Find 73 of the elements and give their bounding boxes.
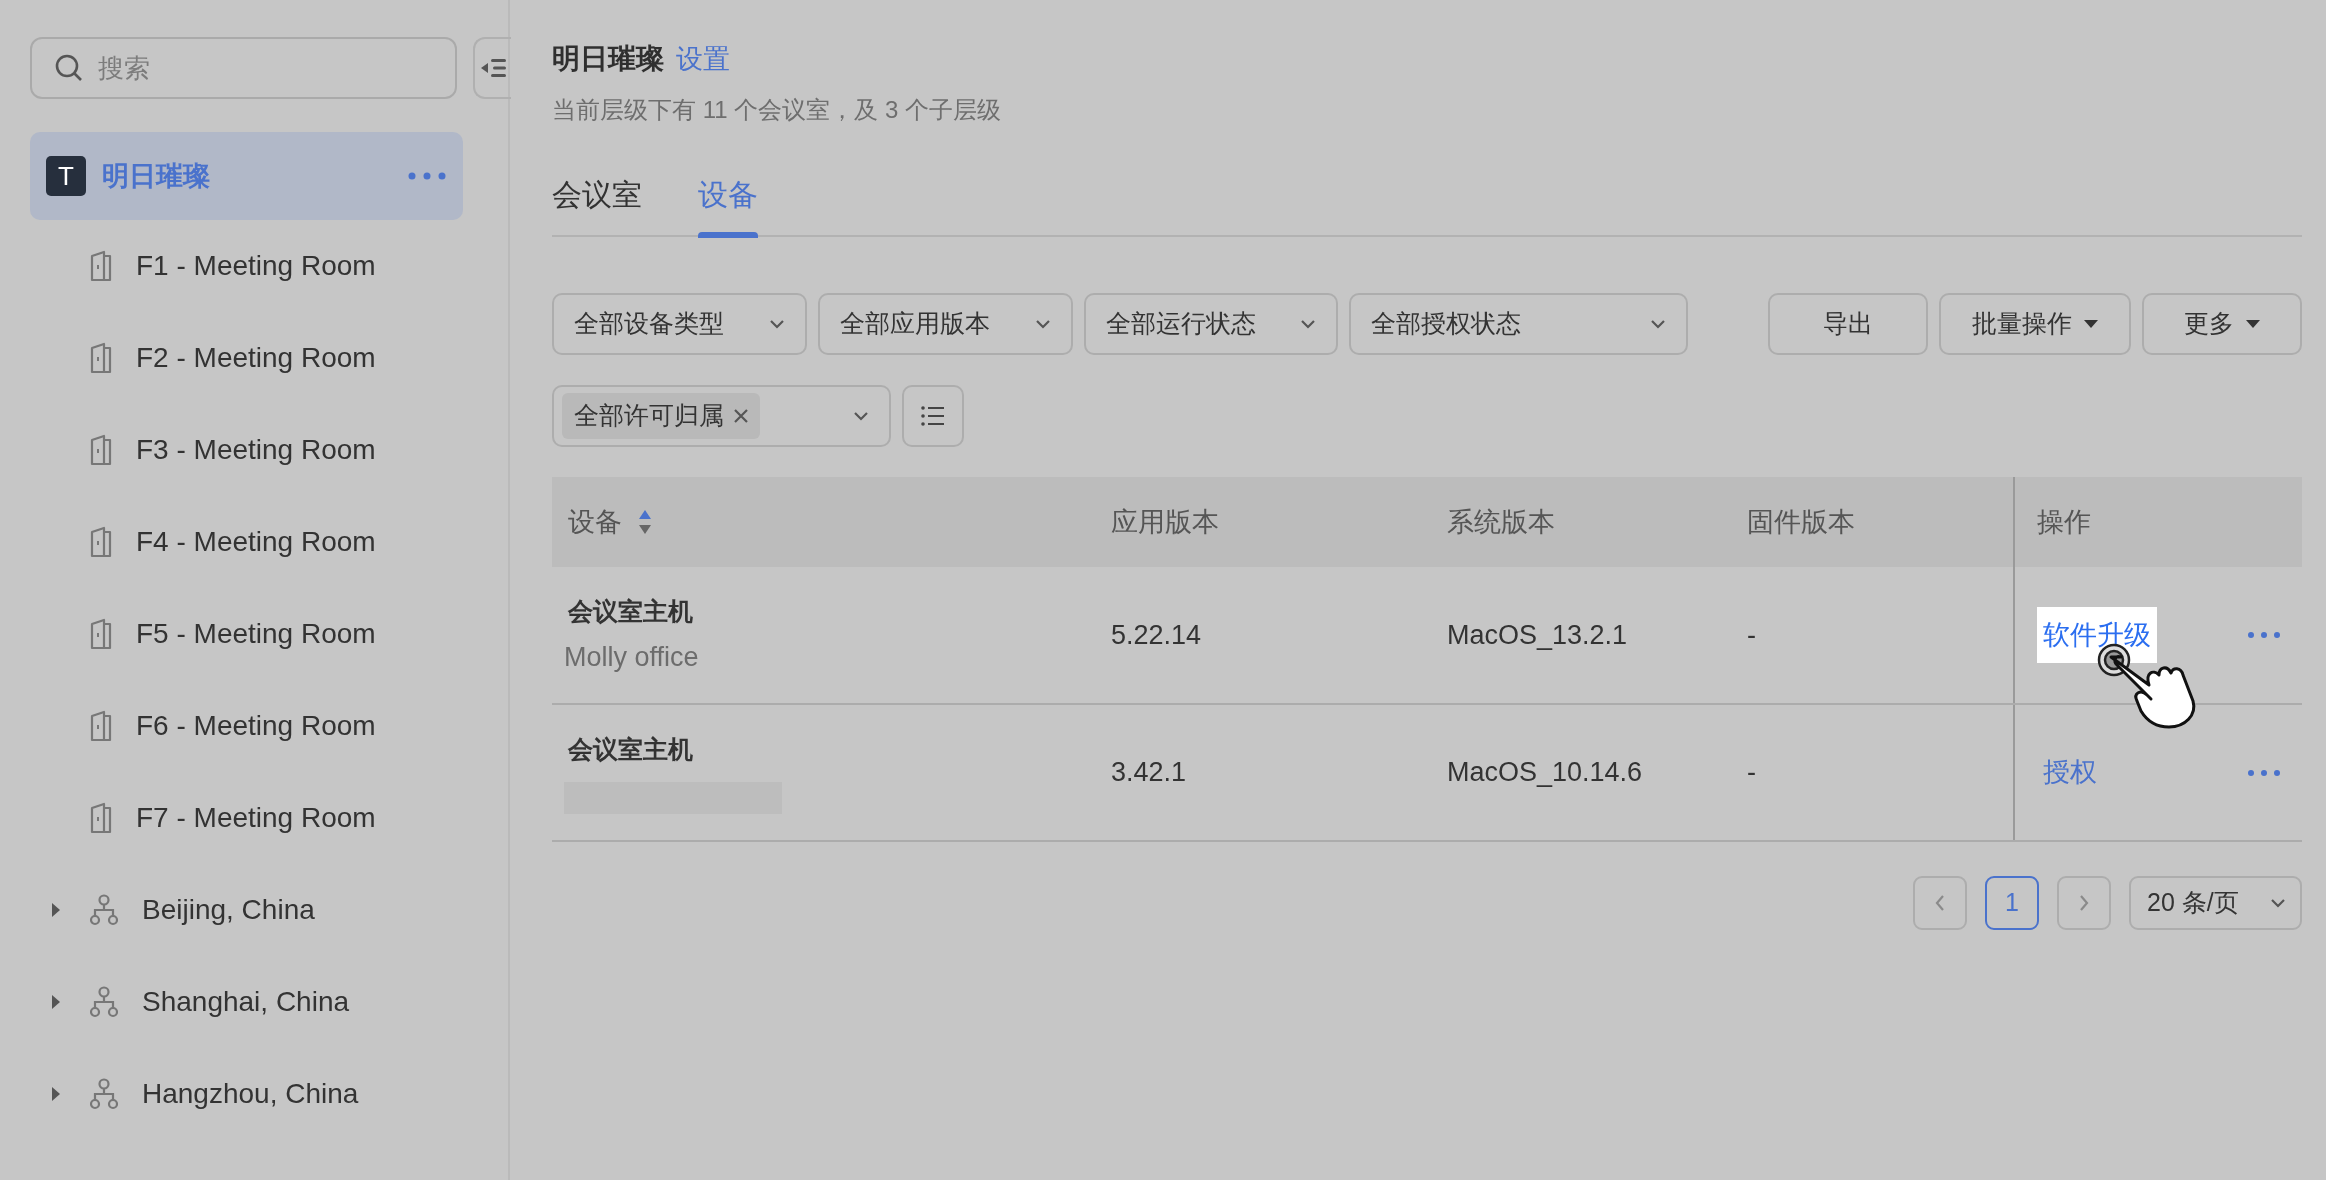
column-header: 操作 [2037, 505, 2091, 539]
chevron-down-icon [1035, 319, 1051, 329]
door-icon [90, 342, 112, 374]
org-avatar: T [46, 156, 86, 196]
device-name: 会议室主机 [568, 733, 694, 765]
column-header: 应用版本 [1111, 505, 1219, 539]
dropdown-button[interactable]: 更多 [2142, 293, 2302, 355]
door-icon [90, 526, 112, 558]
hierarchy-icon [90, 894, 118, 926]
chevron-down-icon [853, 411, 869, 421]
sort-icon[interactable] [638, 509, 652, 535]
list-icon [921, 405, 945, 427]
door-icon [90, 434, 112, 466]
column-header: 固件版本 [1747, 505, 1855, 539]
tree-item[interactable]: F4 - Meeting Room [30, 496, 463, 588]
table-cell: 5.22.14 [1111, 619, 1202, 650]
filter-dropdown[interactable]: 全部设备类型 [552, 293, 807, 355]
more-icon[interactable] [2247, 768, 2281, 777]
tree-item[interactable]: F6 - Meeting Room [30, 680, 463, 772]
page-title: 明日璀璨 [552, 42, 664, 76]
more-icon[interactable] [407, 171, 447, 181]
caret-down-icon [2084, 320, 2098, 328]
tree-item[interactable]: Shanghai, China [30, 956, 463, 1048]
table-cell: - [1747, 619, 1756, 650]
search-icon [54, 53, 84, 83]
page-size-dropdown[interactable]: 20 条/页 [2129, 876, 2302, 930]
dropdown-button[interactable]: 批量操作 [1939, 293, 2131, 355]
door-icon [90, 802, 112, 834]
tree-item[interactable]: Hangzhou, China [30, 1048, 463, 1140]
chevron-down-icon [1300, 319, 1316, 329]
caret-down-icon [2246, 320, 2260, 328]
filter-dropdown[interactable]: 全部授权状态 [1349, 293, 1688, 355]
filter-tag: 全部许可归属 [562, 393, 760, 439]
close-icon[interactable] [734, 409, 748, 423]
tree-item[interactable]: F3 - Meeting Room [30, 404, 463, 496]
caret-right-icon[interactable] [50, 1087, 62, 1101]
column-header: 设备 [568, 505, 622, 539]
caret-right-icon[interactable] [50, 995, 62, 1009]
chevron-down-icon [1650, 319, 1666, 329]
door-icon [90, 710, 112, 742]
filter-dropdown[interactable]: 全部应用版本 [818, 293, 1073, 355]
table-cell: 3.42.1 [1111, 757, 1187, 788]
chevron-left-icon [1935, 895, 1945, 911]
summary-text: 当前层级下有 11 个会议室，及 3 个子层级 [552, 95, 1002, 125]
hierarchy-icon [90, 986, 118, 1018]
hierarchy-icon [90, 1078, 118, 1110]
table-cell: MacOS_13.2.1 [1447, 619, 1628, 650]
table-cell: - [1747, 757, 1756, 788]
tree-item[interactable]: F1 - Meeting Room [30, 220, 463, 312]
tree-item[interactable]: F5 - Meeting Room [30, 588, 463, 680]
collapse-button[interactable] [473, 37, 511, 99]
chevron-right-icon [2079, 895, 2089, 911]
collapse-icon [481, 56, 507, 80]
tree-item[interactable]: F2 - Meeting Room [30, 312, 463, 404]
tree-item[interactable]: Beijing, China [30, 864, 463, 956]
door-icon [90, 618, 112, 650]
column-header: 系统版本 [1447, 505, 1555, 539]
tree-item[interactable]: T 明日璀璨 [30, 132, 463, 220]
license-filter[interactable]: 全部许可归属 [552, 385, 891, 447]
search-field[interactable]: 搜索 [30, 37, 457, 99]
chevron-down-icon [2270, 898, 2286, 908]
chevron-down-icon [769, 319, 785, 329]
tree-item[interactable]: F7 - Meeting Room [30, 772, 463, 864]
export-button[interactable]: 导出 [1768, 293, 1928, 355]
more-icon[interactable] [2247, 631, 2281, 639]
tab[interactable]: 会议室 [552, 158, 642, 235]
list-view-button[interactable] [902, 385, 964, 447]
caret-right-icon[interactable] [50, 903, 62, 917]
filter-dropdown[interactable]: 全部运行状态 [1084, 293, 1338, 355]
table-cell: MacOS_10.14.6 [1447, 757, 1643, 788]
door-icon [90, 250, 112, 282]
device-name: 会议室主机 [568, 596, 694, 627]
device-note: Molly office [564, 640, 700, 674]
